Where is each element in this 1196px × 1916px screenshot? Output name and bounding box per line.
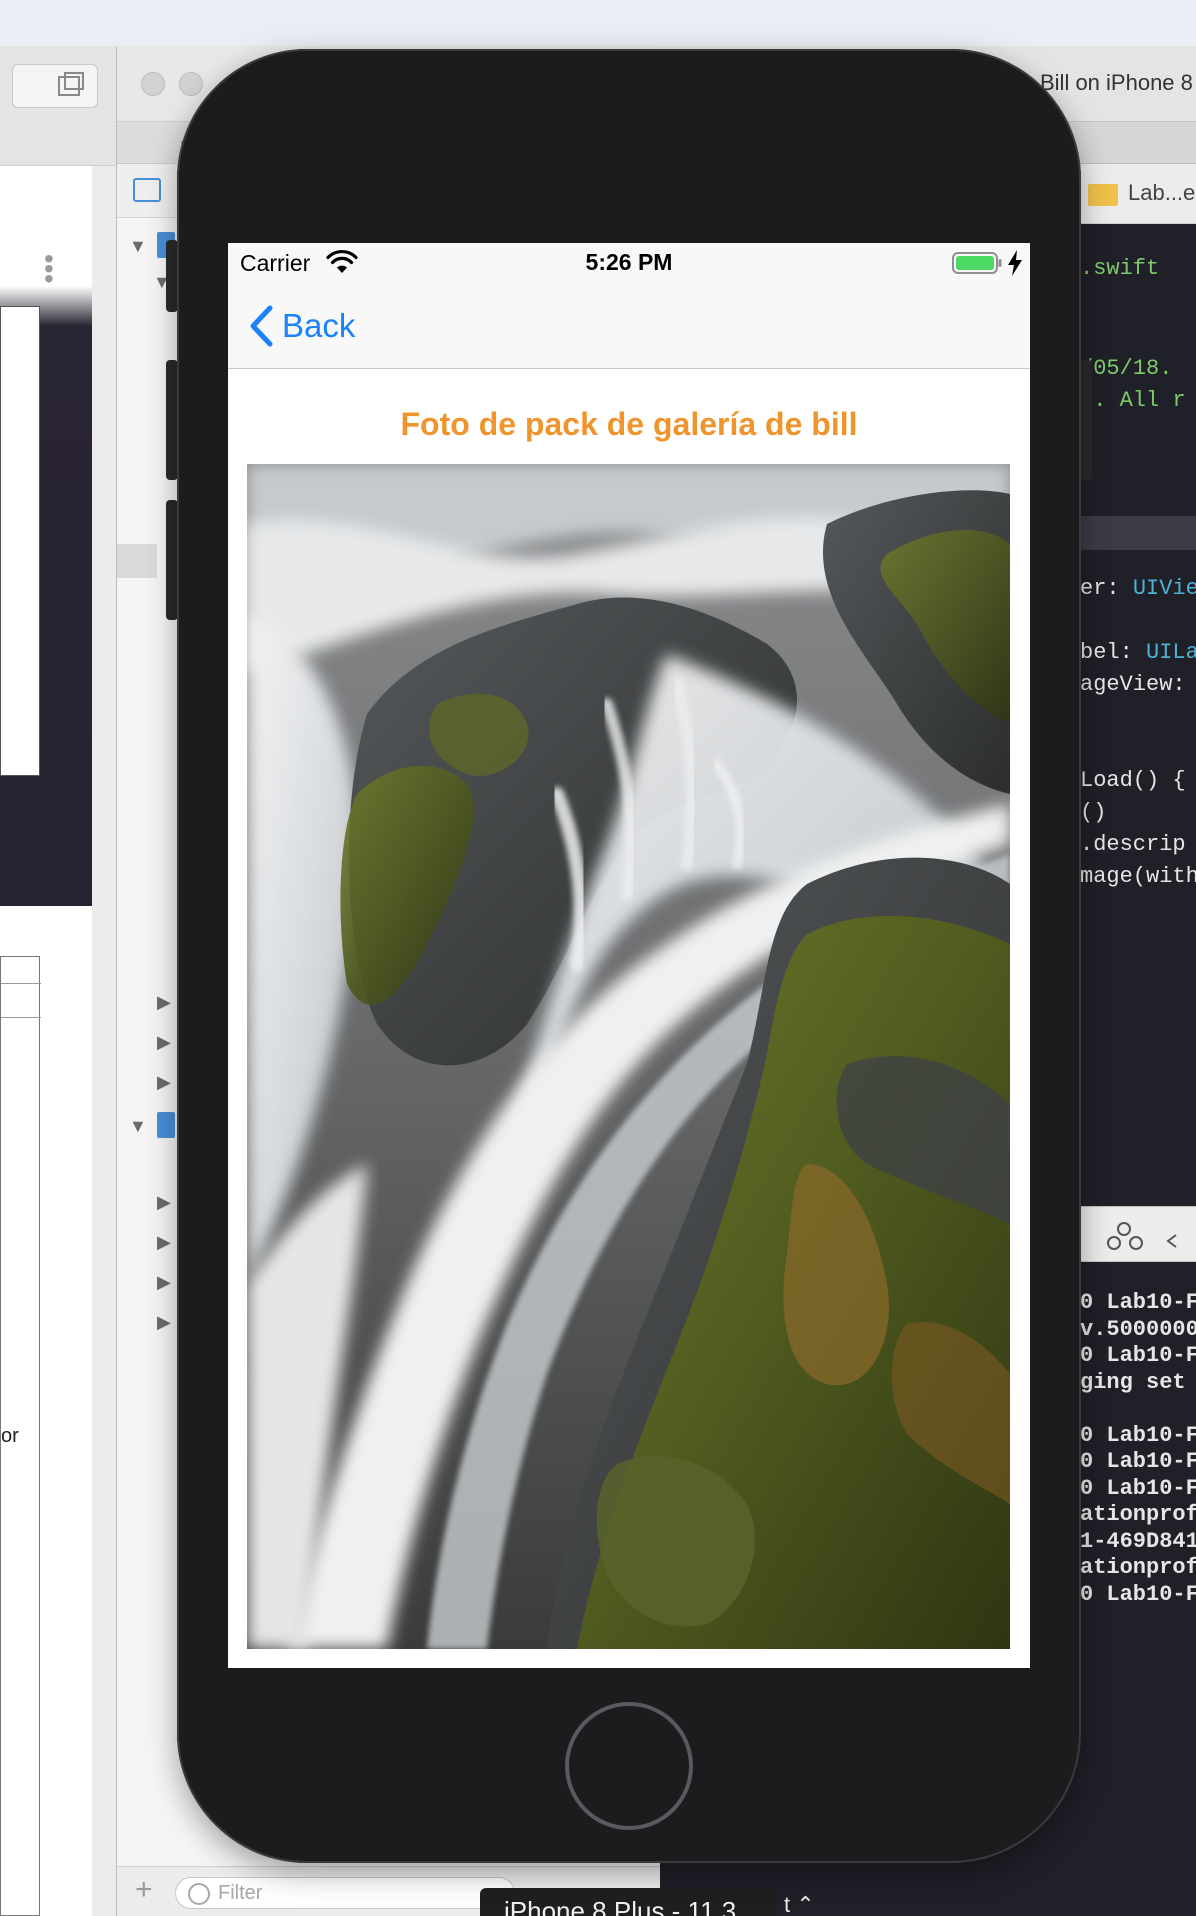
code-line: p. All r: [1080, 388, 1186, 413]
window-title: Bill on iPhone 8: [1040, 70, 1193, 95]
code-type-token: UIVie: [1132, 576, 1196, 601]
console-line: 0 Lab10-F: [1080, 1422, 1196, 1448]
back-button[interactable]: Back: [248, 301, 355, 351]
divider: [1, 983, 41, 984]
folder-icon: [1088, 184, 1118, 206]
filter-icon: [188, 1883, 210, 1905]
code-line: er: UIVie: [1080, 576, 1196, 601]
desktop-background: [0, 0, 1196, 46]
console-line: ationprof: [1080, 1555, 1196, 1580]
photo-title: Foto de pack de galería de bill: [400, 406, 858, 442]
disclosure-triangle-icon[interactable]: ▶: [157, 992, 171, 1013]
debug-memory-graph-icon[interactable]: [1070, 1221, 1190, 1258]
project-navigator-icon[interactable]: [133, 178, 161, 202]
divider: [1, 1017, 41, 1018]
code-line: bel: UILa: [1080, 640, 1196, 665]
chevron-left-icon: [250, 305, 273, 347]
disclosure-triangle-icon[interactable]: ▼: [129, 236, 147, 257]
code-line: mage(with: [1080, 864, 1196, 889]
power-button: [1080, 360, 1092, 480]
console-line: v.5000000: [1080, 1316, 1196, 1342]
back-button-label: Back: [282, 307, 356, 344]
console-line: 0 Lab10-F: [1080, 1475, 1196, 1501]
chevron-updown-icon[interactable]: t ⌃: [784, 1892, 815, 1916]
home-button[interactable]: [565, 1702, 693, 1830]
window-layout-icon: [58, 72, 84, 96]
status-bar: Carrier 5:26 PM: [228, 243, 1030, 283]
window-layout-button[interactable]: [12, 64, 98, 108]
console-line: 0 Lab10-F: [1080, 1290, 1196, 1315]
left-label-fragment: or: [1, 1425, 19, 1447]
disclosure-triangle-icon[interactable]: ▶: [157, 1032, 171, 1053]
status-time: 5:26 PM: [585, 249, 673, 275]
disclosure-triangle-icon[interactable]: ▼: [129, 1116, 147, 1137]
disclosure-triangle-icon[interactable]: ▶: [157, 1272, 171, 1293]
console-line: ationprof: [1080, 1502, 1196, 1527]
console-line: 0 Lab10-F: [1080, 1449, 1196, 1474]
battery-icon: [952, 252, 1002, 274]
console-line: 0 Lab10-F: [1080, 1581, 1196, 1607]
filter-placeholder: Filter: [218, 1882, 263, 1904]
add-file-button[interactable]: +: [135, 1873, 153, 1907]
window-minimize-button[interactable]: [179, 72, 203, 96]
console-line: 1-469D841: [1080, 1528, 1196, 1554]
disclosure-triangle-icon[interactable]: ▶: [157, 1072, 171, 1093]
console-line: 0 Lab10-F: [1080, 1343, 1196, 1368]
code-line: .swift: [1080, 256, 1160, 281]
code-line: /05/18.: [1080, 356, 1173, 381]
project-file-icon: [157, 1112, 175, 1138]
code-line: (): [1080, 800, 1107, 825]
window-close-button[interactable]: [141, 72, 165, 96]
code-type-token: UILa: [1146, 640, 1196, 665]
breadcrumb[interactable]: Lab...e: [1128, 180, 1195, 206]
disclosure-triangle-icon[interactable]: ▶: [157, 1192, 171, 1213]
device-selector[interactable]: iPhone 8 Plus - 11.3: [480, 1888, 776, 1916]
charging-bolt-icon: [1008, 250, 1022, 276]
simulator-screen: Carrier 5:26 PM Back Foto de pack de gal…: [228, 243, 1030, 1668]
code-line: ageView:: [1080, 672, 1186, 697]
code-line: Load() {: [1080, 768, 1186, 793]
waterfall-photo: [247, 464, 1010, 1649]
left-inspector-panel: [0, 306, 40, 776]
navigation-bar: Back: [228, 283, 1030, 369]
code-line: .descrip: [1080, 832, 1186, 857]
disclosure-triangle-icon[interactable]: ▶: [157, 1312, 171, 1333]
disclosure-triangle-icon[interactable]: ▶: [157, 1232, 171, 1253]
left-lower-frame: or: [0, 956, 41, 1916]
background-window-left: • • • or: [0, 46, 118, 1916]
console-line: ging set: [1080, 1369, 1186, 1395]
selected-row-highlight: [117, 544, 157, 578]
more-options-icon[interactable]: • • •: [44, 245, 54, 293]
filter-input[interactable]: Filter: [175, 1877, 515, 1909]
left-window-toolbar: [0, 46, 118, 166]
